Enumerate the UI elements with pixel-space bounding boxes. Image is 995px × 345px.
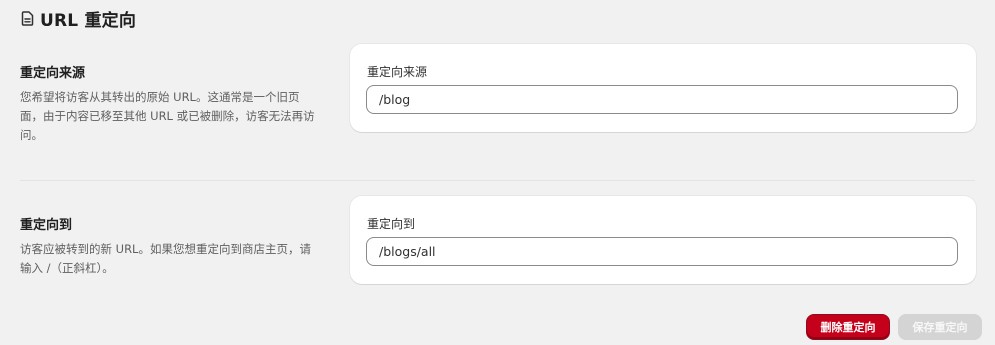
redirect-from-label: 重定向来源 bbox=[367, 65, 428, 79]
redirect-from-section: 重定向来源 您希望将访客从其转出的原始 URL。这通常是一个旧页面，由于内容已移… bbox=[20, 44, 976, 142]
redirect-to-input[interactable] bbox=[366, 237, 958, 266]
file-icon bbox=[20, 10, 34, 26]
redirect-to-card: 重定向到 bbox=[350, 196, 976, 284]
redirect-to-section: 重定向到 访客应被转到的新 URL。如果您想重定向到商店主页，请输入 /（正斜杠… bbox=[20, 196, 976, 286]
redirect-to-label: 重定向到 bbox=[367, 217, 416, 231]
redirect-to-heading: 重定向到 bbox=[20, 218, 73, 233]
page-title: URL 重定向 bbox=[40, 10, 137, 31]
redirect-from-heading: 重定向来源 bbox=[20, 66, 86, 81]
section-divider bbox=[20, 180, 975, 181]
page-header: URL 重定向 bbox=[20, 8, 137, 31]
save-redirect-button[interactable]: 保存重定向 bbox=[898, 314, 982, 340]
redirect-from-card: 重定向来源 bbox=[350, 44, 976, 132]
redirect-from-description: 您希望将访客从其转出的原始 URL。这通常是一个旧页面，由于内容已移至其他 UR… bbox=[20, 90, 315, 142]
redirect-to-description: 访客应被转到的新 URL。如果您想重定向到商店主页，请输入 /（正斜杠）。 bbox=[20, 242, 311, 275]
redirect-from-input[interactable] bbox=[366, 85, 958, 114]
delete-redirect-button[interactable]: 删除重定向 bbox=[806, 314, 890, 340]
